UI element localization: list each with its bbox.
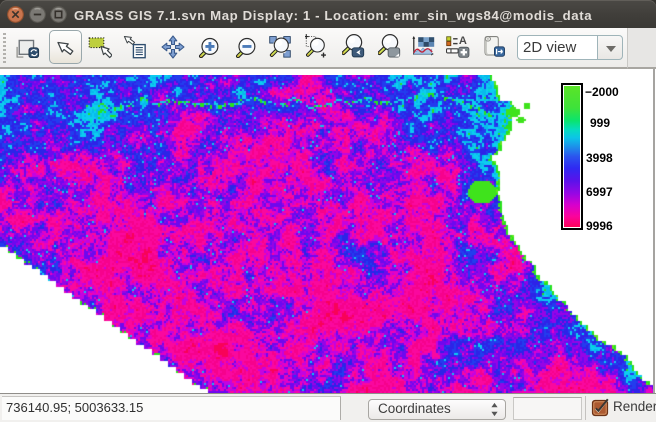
svg-text:A: A [459,35,467,47]
